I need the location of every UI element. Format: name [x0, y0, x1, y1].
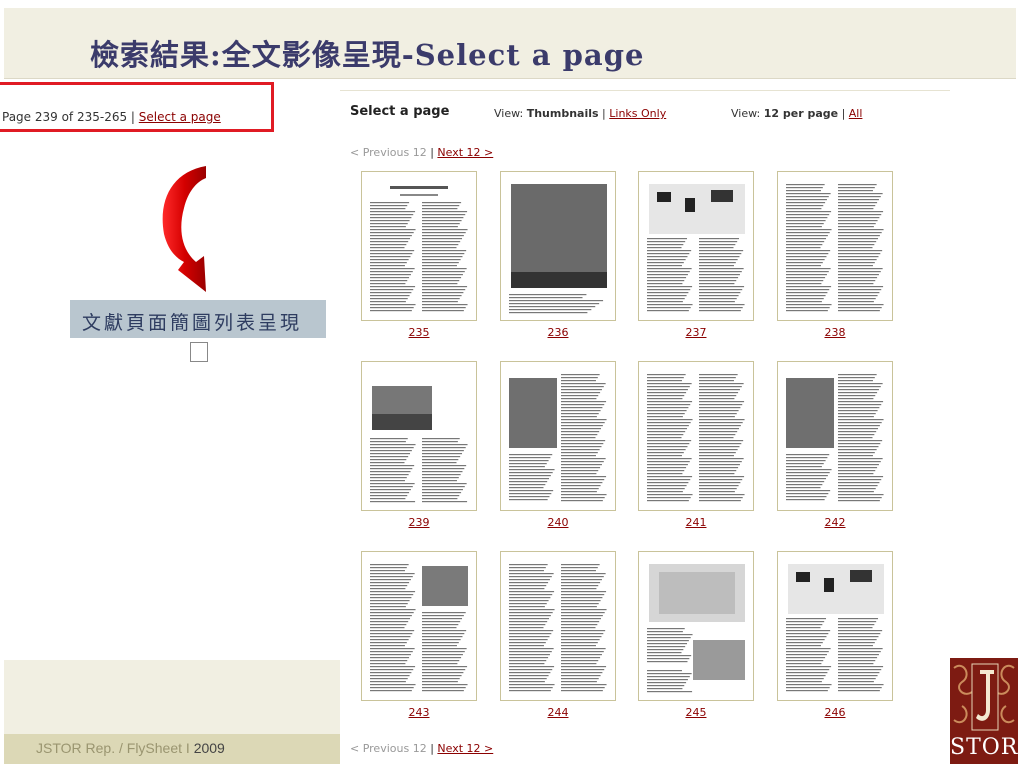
footer-year: 2009 [193, 740, 225, 756]
bottom-band [4, 660, 340, 734]
page-thumbnail[interactable] [777, 361, 893, 511]
pager-top: < Previous 12 | Next 12 > [350, 146, 493, 159]
next-12-link[interactable]: Next 12 > [437, 742, 493, 755]
per-page: View: 12 per page | All [731, 107, 862, 120]
previous-12-disabled: < Previous 12 [350, 146, 427, 159]
page-thumbnail[interactable] [500, 551, 616, 701]
page-number-link[interactable]: 246 [777, 706, 893, 719]
page-number-link[interactable]: 238 [777, 326, 893, 339]
placeholder-square [190, 342, 208, 362]
per-page-label: View: [731, 107, 764, 120]
view-mode: View: Thumbnails | Links Only [494, 107, 666, 120]
page-preview-icon [370, 386, 468, 503]
page-preview-icon [647, 184, 745, 312]
page-preview-icon [647, 564, 745, 693]
highlight-box [0, 82, 274, 132]
view-label: View: [494, 107, 527, 120]
per-page-separator: | [838, 107, 849, 120]
page-preview-icon [509, 564, 607, 692]
pager-separator: | [426, 742, 438, 755]
page-number-link[interactable]: 240 [500, 516, 616, 529]
curved-arrow-icon [162, 166, 206, 292]
page-number-link[interactable]: 244 [500, 706, 616, 719]
page-thumbnail[interactable] [638, 171, 754, 321]
page-number-link[interactable]: 245 [638, 706, 754, 719]
page-thumbnail[interactable] [500, 361, 616, 511]
select-a-page-link[interactable]: Select a page [139, 110, 221, 124]
page-thumbnail[interactable] [361, 361, 477, 511]
footer-source: JSTOR Rep. / FlySheet I [36, 740, 194, 756]
page-number-link[interactable]: 237 [638, 326, 754, 339]
caption: 文獻頁面簡圖列表呈現 [82, 312, 303, 334]
panel-divider [340, 90, 950, 91]
all-pages-link[interactable]: All [849, 107, 863, 120]
page-thumbnail[interactable] [638, 551, 754, 701]
page-preview-icon [786, 184, 884, 312]
panel-title: Select a page [350, 104, 450, 119]
next-12-link[interactable]: Next 12 > [437, 146, 493, 159]
page-preview-icon [647, 374, 745, 502]
pager-separator: | [426, 146, 438, 159]
page-preview-icon [370, 564, 468, 692]
page-number-link[interactable]: 235 [361, 326, 477, 339]
page-thumbnail[interactable] [500, 171, 616, 321]
page-number-link[interactable]: 239 [361, 516, 477, 529]
page-thumbnail[interactable] [361, 171, 477, 321]
pager-bottom: < Previous 12 | Next 12 > [350, 742, 493, 755]
per-page-current: 12 per page [763, 107, 839, 120]
page-thumbnail[interactable] [361, 551, 477, 701]
previous-12-disabled: < Previous 12 [350, 742, 427, 755]
links-only-link[interactable]: Links Only [609, 107, 666, 120]
page-number-link[interactable]: 241 [638, 516, 754, 529]
slide-title: 檢索結果:全文影像呈現-Select a page [90, 38, 645, 72]
page-thumbnail[interactable] [777, 551, 893, 701]
jstor-logo-text: STOR [950, 735, 1019, 760]
page-number-link[interactable]: 242 [777, 516, 893, 529]
page-thumbnail[interactable] [638, 361, 754, 511]
page-preview-icon [509, 184, 607, 314]
page-preview-icon [370, 186, 468, 312]
page-preview-icon [786, 374, 884, 502]
page-number-link[interactable]: 236 [500, 326, 616, 339]
page-indicator-text: Page 239 of 235-265 | [2, 110, 139, 124]
page-preview-icon [509, 374, 607, 502]
footer: JSTOR Rep. / FlySheet I 2009 [36, 740, 225, 756]
view-thumbnails: Thumbnails [526, 107, 599, 120]
page-preview-icon [786, 564, 884, 692]
page-indicator: Page 239 of 235-265 | Select a page [2, 110, 221, 124]
page-thumbnail[interactable] [777, 171, 893, 321]
view-separator: | [598, 107, 610, 120]
page-number-link[interactable]: 243 [361, 706, 477, 719]
